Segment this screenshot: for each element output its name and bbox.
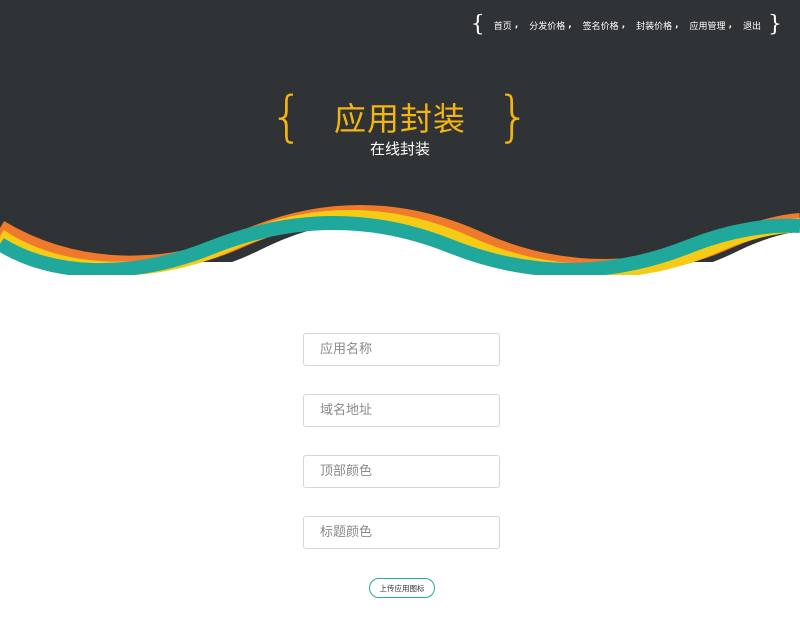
top-color-input[interactable] [320,464,499,479]
wave-ribbons [0,205,800,275]
nav-separator: , [675,20,679,30]
hero-brace-close: } [496,85,531,148]
title-color-input[interactable] [320,525,499,540]
nav-item-home[interactable]: 首页 [494,19,512,32]
nav-item-signature-price[interactable]: 签名价格 [583,19,619,32]
nav-item-app-management[interactable]: 应用管理 [690,19,726,32]
header-banner: { 首页 , 分发价格 , 签名价格 , 封装价格 , 应用管理 , 退出 } … [0,0,800,275]
app-name-input[interactable] [320,342,499,357]
hero-brace-open: { [269,85,304,148]
domain-field [303,394,500,427]
nav-item-distribution-price[interactable]: 分发价格 [529,19,565,32]
nav-separator: , [514,20,519,30]
page-title: 应用封装 [333,100,466,138]
page-subtitle: 在线封装 [369,140,430,158]
nav-separator: , [568,20,572,30]
domain-input[interactable] [320,403,499,418]
nav-brace-open: { [470,12,485,37]
hero: { 应用封装 } 在线封装 [0,90,800,159]
nav-separator: , [728,20,732,30]
nav-item-logout[interactable]: 退出 [743,19,761,32]
top-nav: { 首页 , 分发价格 , 签名价格 , 封装价格 , 应用管理 , 退出 } [471,14,782,36]
nav-separator: , [621,20,626,30]
top-color-field [303,455,500,488]
title-color-field [303,516,500,549]
nav-links: 首页 , 分发价格 , 签名价格 , 封装价格 , 应用管理 , 退出 [494,19,761,32]
packaging-form [303,333,502,577]
upload-icon-button[interactable]: 上传应用图标 [369,578,435,598]
hero-title-row: { 应用封装 } [0,90,800,144]
nav-brace-close: } [768,12,782,37]
app-name-field [303,333,500,366]
nav-item-packaging-price[interactable]: 封装价格 [636,19,672,32]
